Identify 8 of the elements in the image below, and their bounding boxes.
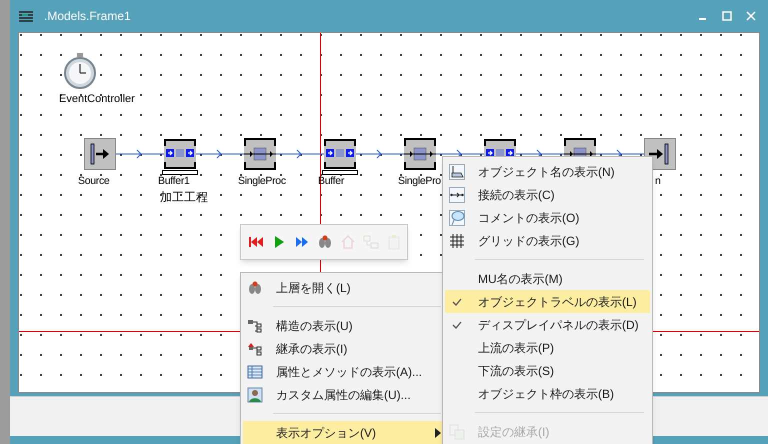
object-label: Buffer1 bbox=[158, 174, 190, 189]
window-title: .Models.Frame1 bbox=[44, 8, 131, 25]
object-label: SinglePro bbox=[398, 174, 441, 189]
object-label: Source bbox=[78, 174, 110, 189]
object-label: EventController bbox=[59, 92, 135, 107]
object-label: SingleProc bbox=[238, 174, 286, 189]
object-label: n bbox=[655, 174, 661, 189]
object-sublabel: 加工工程 bbox=[160, 189, 208, 206]
